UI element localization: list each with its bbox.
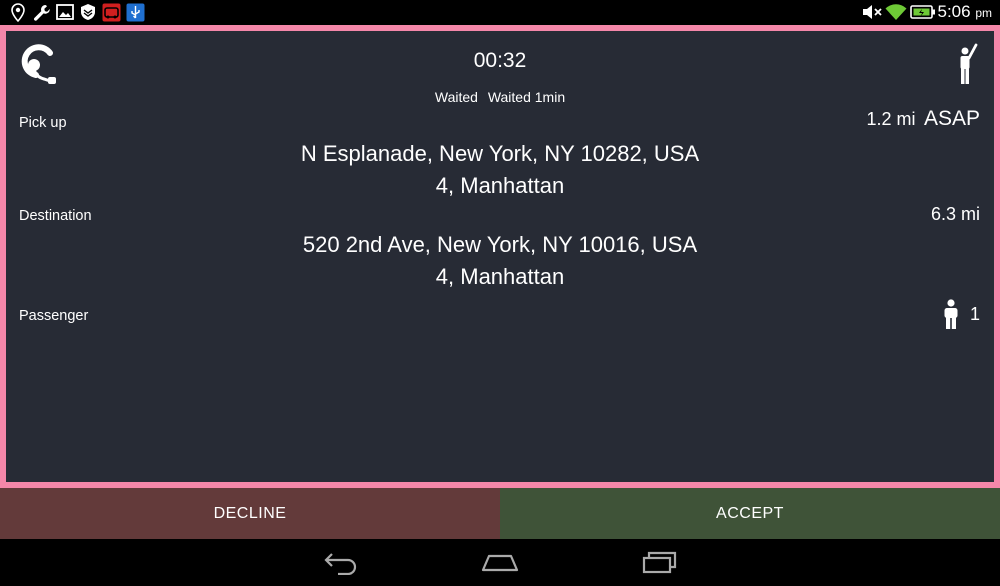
ride-request-card: 00:32 Waited Waited 1min Pick up 1.2 mi … <box>0 25 1000 488</box>
navigation-bar <box>0 539 1000 586</box>
destination-address: 520 2nd Ave, New York, NY 10016, USA 4, … <box>6 229 994 293</box>
accept-button[interactable]: ACCEPT <box>500 488 1000 539</box>
passenger-count: 1 <box>942 299 980 329</box>
decline-button[interactable]: DECLINE <box>0 488 500 539</box>
pickup-address: N Esplanade, New York, NY 10282, USA 4, … <box>6 138 994 202</box>
battery-icon <box>910 5 935 19</box>
pickup-address-line1: N Esplanade, New York, NY 10282, USA <box>300 141 700 166</box>
hailing-passenger-icon <box>960 43 978 84</box>
clock-time: 5:06 <box>937 2 971 21</box>
pickup-meta: 1.2 mi ASAP <box>866 107 980 131</box>
usb-icon <box>126 3 145 22</box>
clock-ampm: pm <box>975 6 992 20</box>
destination-distance: 6.3 mi <box>930 204 980 224</box>
destination-address-line1: 520 2nd Ave, New York, NY 10016, USA <box>302 232 698 257</box>
car-app-icon <box>102 3 121 22</box>
countdown-timer: 00:32 <box>473 49 527 72</box>
wrench-icon <box>34 5 50 21</box>
recent-apps-icon[interactable] <box>641 549 679 575</box>
decline-label: DECLINE <box>213 504 287 522</box>
destination-label: Destination <box>19 208 92 224</box>
destination-address-line2: 4, Manhattan <box>435 264 565 289</box>
waited-value: Waited 1min <box>487 89 566 105</box>
pickup-time: ASAP <box>923 107 980 130</box>
status-bar: 5:06 pm <box>0 0 1000 25</box>
wait-status: Waited Waited 1min <box>6 89 994 105</box>
location-pin-icon <box>11 3 25 23</box>
person-icon <box>944 299 958 329</box>
home-icon[interactable] <box>480 549 520 575</box>
status-clock: 5:06 pm <box>938 2 993 22</box>
pickup-label: Pick up <box>19 115 67 131</box>
image-icon <box>56 4 74 20</box>
shield-icon <box>81 4 95 20</box>
waited-label: Waited <box>434 89 478 105</box>
accept-label: ACCEPT <box>716 504 784 522</box>
pickup-address-line2: 4, Manhattan <box>435 173 565 198</box>
pickup-distance: 1.2 mi <box>866 109 916 129</box>
passenger-label: Passenger <box>19 308 89 324</box>
passenger-count-value: 1 <box>969 303 980 324</box>
back-icon[interactable] <box>322 549 360 575</box>
mute-icon <box>863 5 882 19</box>
wifi-icon <box>885 4 907 20</box>
